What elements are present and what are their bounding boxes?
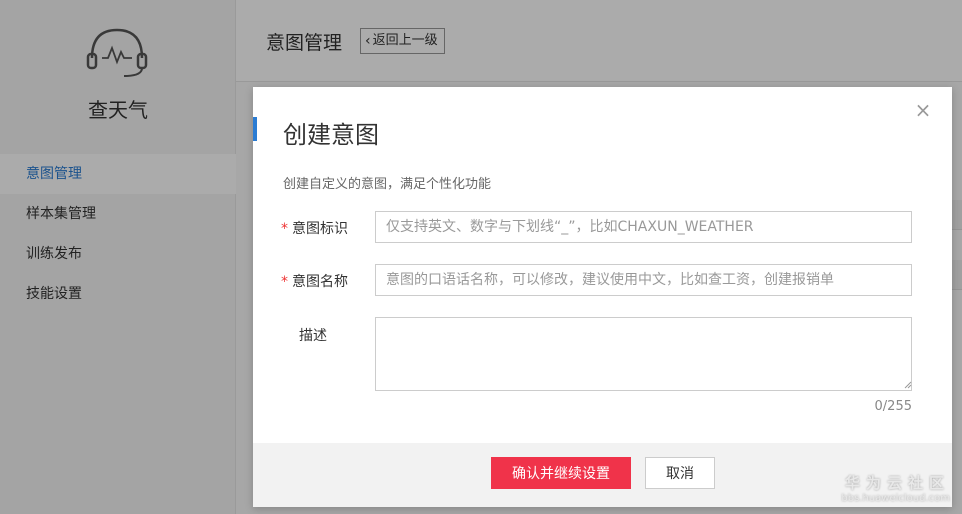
intent-id-row: * 意图标识 [253,211,952,243]
character-counter: 0/255 [874,399,912,414]
intent-name-label: * 意图名称 [281,271,361,291]
dialog-description: 创建自定义的意图，满足个性化功能 [283,177,492,192]
intent-name-label-text: 意图名称 [292,274,348,290]
description-label: 描述 [299,328,327,344]
intent-id-label-text: 意图标识 [292,221,348,237]
dialog-title: 创建意图 [283,121,379,149]
intent-id-label: * 意图标识 [281,218,361,238]
intent-id-input[interactable] [375,211,912,243]
close-icon[interactable]: × [914,100,932,120]
confirm-continue-button[interactable]: 确认并继续设置 [491,457,631,489]
create-intent-dialog: 创建意图 × 创建自定义的意图，满足个性化功能 *意图标识 *意图名称 描述 0… [253,87,952,507]
required-mark: * [281,221,288,237]
intent-name-input[interactable] [375,264,912,296]
resize-handle-icon[interactable] [904,381,912,389]
watermark-url: bbs.huaweicloud.com [841,493,950,504]
watermark-title: 华为云社区 [844,474,950,492]
required-mark: * [281,274,288,290]
cancel-button[interactable]: 取消 [645,457,715,489]
watermark: 华为云社区 bbs.huaweicloud.com [841,472,950,504]
description-textarea[interactable] [375,317,912,391]
intent-name-row: * 意图名称 [253,264,952,296]
description-row: 描述 0/255 [253,317,952,417]
title-accent-bar [253,117,257,141]
